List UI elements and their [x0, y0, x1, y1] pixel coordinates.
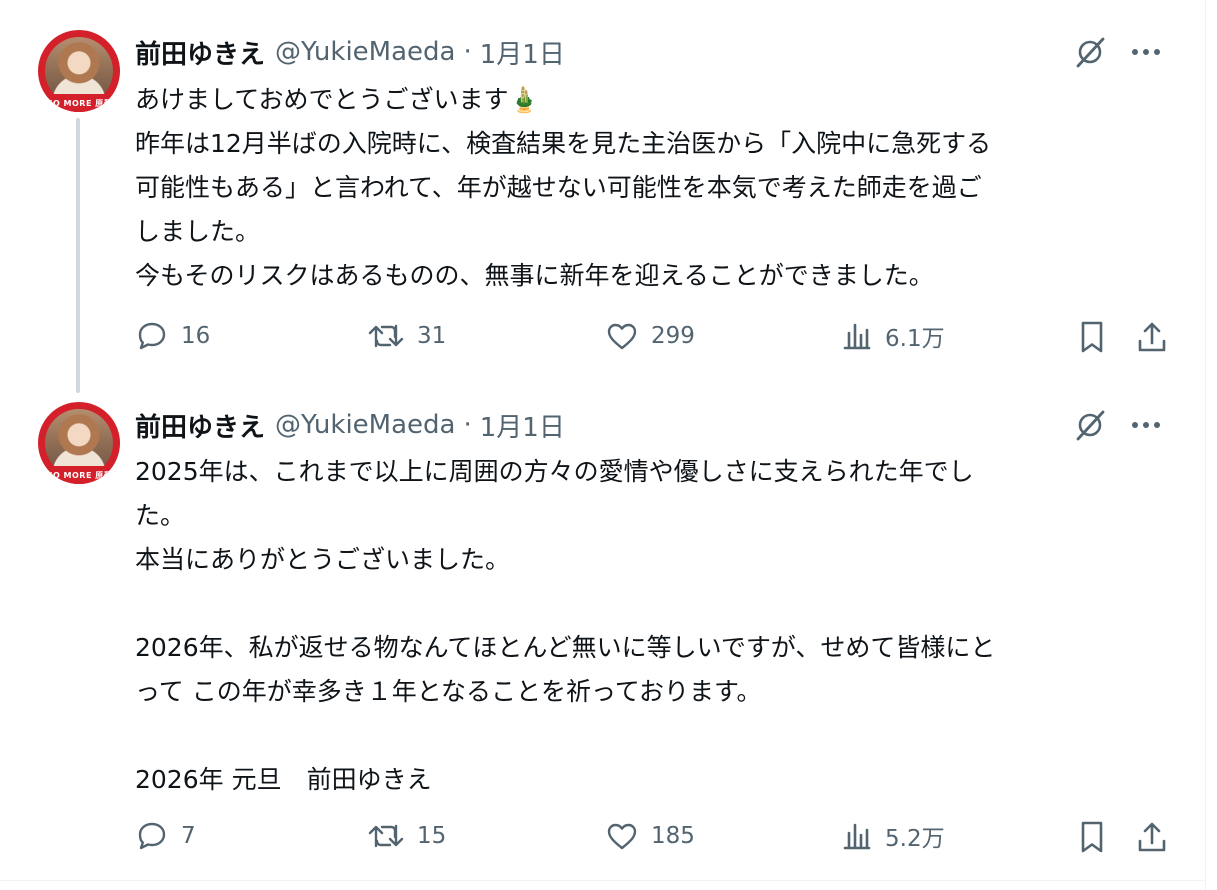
- tweet-date[interactable]: 1月1日: [480, 407, 565, 444]
- like-icon: [607, 323, 637, 350]
- tweet-text-line: しました。: [135, 217, 261, 246]
- reply-button[interactable]: 16: [135, 319, 210, 353]
- tweet-actions: 7 15 185 5.2万: [135, 819, 1185, 855]
- tweet-text-line: って この年が幸多き１年となることを祈っております。: [135, 677, 762, 706]
- reply-icon: [138, 322, 166, 350]
- tweet-actions: 16 31 299 6.1万: [135, 319, 1185, 355]
- grok-icon[interactable]: [1072, 407, 1108, 443]
- bookmark-icon: [1081, 321, 1103, 353]
- repost-button[interactable]: 31: [367, 319, 446, 353]
- like-button[interactable]: 185: [605, 819, 695, 853]
- bookmark-icon: [1081, 821, 1103, 853]
- views-button[interactable]: 5.2万: [841, 819, 945, 853]
- tweet-text: あけましておめでとうございます🎍 昨年は12月半ばの入院時に、検査結果を見た主治…: [135, 78, 1175, 298]
- more-icon[interactable]: [1128, 34, 1164, 70]
- bookmark-button[interactable]: [1075, 819, 1109, 855]
- like-button[interactable]: 299: [605, 319, 695, 353]
- repost-count: 31: [417, 323, 447, 349]
- repost-count: 15: [417, 823, 447, 849]
- views-button[interactable]: 6.1万: [841, 319, 945, 353]
- timeline-border-bottom: [0, 880, 1206, 881]
- author-name[interactable]: 前田ゆきえ: [135, 407, 265, 444]
- avatar[interactable]: NO MORE 原発: [38, 30, 120, 112]
- view-count: 5.2万: [885, 826, 945, 852]
- tweet-text-line: 2026年 元旦 前田ゆきえ: [135, 765, 432, 794]
- like-count: 299: [651, 323, 695, 349]
- reply-icon: [138, 822, 166, 850]
- repost-icon: [368, 324, 404, 348]
- repost-button[interactable]: 15: [367, 819, 446, 853]
- views-icon: [843, 323, 871, 350]
- author-handle[interactable]: @YukieMaeda: [275, 410, 455, 440]
- tweet-text-line: 本当にありがとうございました。: [135, 545, 511, 574]
- tweet-text-line: [135, 582, 1175, 626]
- tweet-header: 前田ゆきえ @YukieMaeda · 1月1日: [135, 407, 565, 443]
- tweet-text-line: 昨年は12月半ばの入院時に、検査結果を見た主治医から「入院中に急死する: [135, 129, 992, 158]
- more-icon[interactable]: [1128, 407, 1164, 443]
- tweet[interactable]: NO MORE 原発 前田ゆきえ @YukieMaeda · 1月1日 2025…: [0, 395, 1206, 880]
- author-name[interactable]: 前田ゆきえ: [135, 34, 265, 71]
- tweet-text-line: [135, 714, 1175, 758]
- repost-icon: [368, 824, 404, 848]
- tweet[interactable]: NO MORE 原発 前田ゆきえ @YukieMaeda · 1月1日 あけまし…: [0, 0, 1206, 395]
- author-handle[interactable]: @YukieMaeda: [275, 37, 455, 67]
- tweet-text: 2025年は、これまで以上に周囲の方々の愛情や優しさに支えられた年でし た。 本…: [135, 450, 1175, 802]
- tweet-text-line: 2025年は、これまで以上に周囲の方々の愛情や優しさに支えられた年でし: [135, 457, 974, 486]
- bookmark-button[interactable]: [1075, 319, 1109, 355]
- share-icon: [1138, 322, 1166, 352]
- tweet-date[interactable]: 1月1日: [480, 34, 565, 71]
- like-icon: [607, 823, 637, 850]
- header-separator: ·: [463, 410, 472, 440]
- avatar-label: NO MORE 原発: [45, 99, 113, 108]
- tweet-header: 前田ゆきえ @YukieMaeda · 1月1日: [135, 34, 565, 70]
- share-button[interactable]: [1135, 319, 1169, 355]
- reply-count: 16: [181, 323, 211, 349]
- avatar[interactable]: NO MORE 原発: [38, 402, 120, 484]
- views-icon: [843, 823, 871, 850]
- reply-button[interactable]: 7: [135, 819, 196, 853]
- tweet-text-line: 今もそのリスクはあるものの、無事に新年を迎えることができました。: [135, 261, 934, 290]
- share-icon: [1138, 822, 1166, 852]
- view-count: 6.1万: [885, 326, 945, 352]
- tweet-text-line: あけましておめでとうございます🎍: [135, 85, 540, 114]
- like-count: 185: [651, 823, 695, 849]
- tweet-text-line: 2026年、私が返せる物なんてほとんど無いに等しいですが、せめて皆様にと: [135, 633, 996, 662]
- share-button[interactable]: [1135, 819, 1169, 855]
- avatar-label: NO MORE 原発: [45, 471, 113, 480]
- grok-icon[interactable]: [1072, 34, 1108, 70]
- tweet-text-line: た。: [135, 501, 186, 530]
- tweet-text-line: 可能性もある」と言われて、年が越せない可能性を本気で考えた師走を過ご: [135, 173, 982, 202]
- header-separator: ·: [463, 37, 472, 67]
- reply-count: 7: [181, 823, 196, 849]
